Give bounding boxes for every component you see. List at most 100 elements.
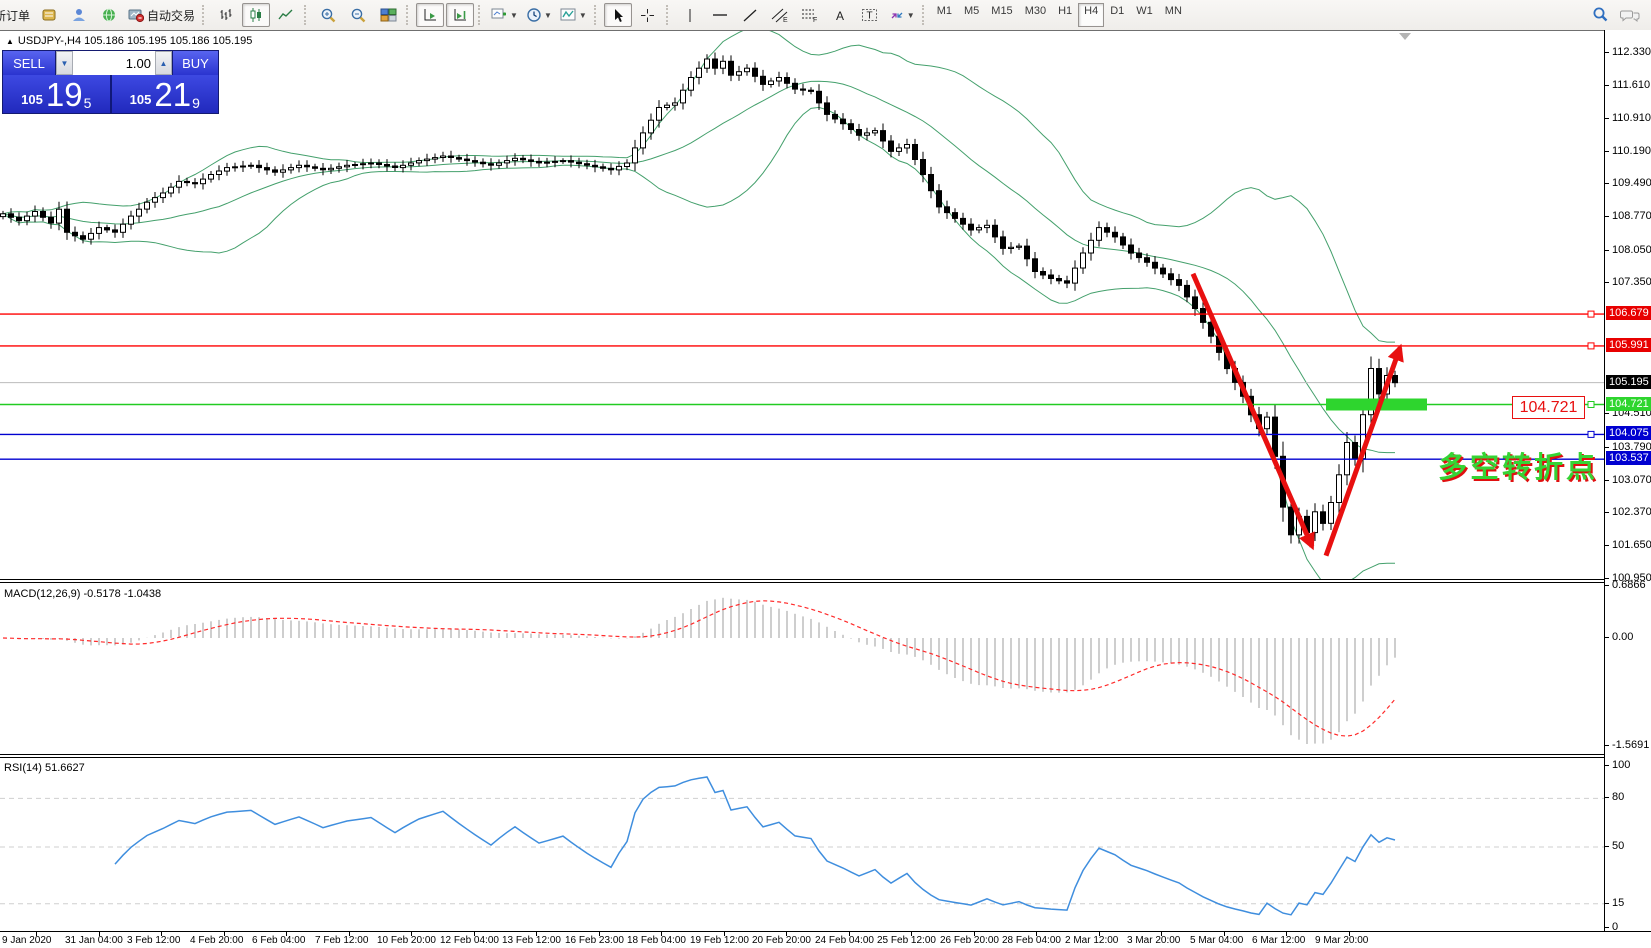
- time-tick-label: 7 Feb 12:00: [315, 935, 368, 946]
- arrows-tool-button[interactable]: ▼: [886, 3, 918, 27]
- text-label-icon: T: [861, 7, 878, 23]
- price-tick-mark: [1605, 216, 1609, 217]
- fibonacci-tool-button[interactable]: F: [796, 3, 824, 27]
- svg-text:E: E: [783, 17, 788, 23]
- fibonacci-icon: F: [801, 7, 819, 23]
- price-tick-mark: [1605, 578, 1609, 579]
- time-tick-label: 3 Feb 12:00: [127, 935, 180, 946]
- toolbar: 新订单 自动交易: [0, 0, 1651, 31]
- search-button[interactable]: [1586, 3, 1614, 27]
- time-tick-label: 12 Feb 04:00: [440, 935, 499, 946]
- auto-scroll-button[interactable]: [416, 3, 444, 27]
- price-tick-mark: [1605, 118, 1609, 119]
- volume-decrease-button[interactable]: ▼: [56, 51, 73, 75]
- dropdown-caret-icon: ▼: [544, 11, 552, 20]
- equidistant-channel-icon: E: [771, 7, 789, 23]
- toolbar-separator: [406, 5, 412, 25]
- timeframe-h4-button[interactable]: H4: [1078, 3, 1104, 27]
- time-tick-label: 4 Feb 20:00: [190, 935, 243, 946]
- time-tick-label: 18 Feb 04:00: [627, 935, 686, 946]
- rsi-tick-mark: [1605, 765, 1609, 766]
- vertical-line-tool-button[interactable]: [676, 3, 704, 27]
- periods-button[interactable]: ▼: [523, 3, 555, 27]
- trendline-tool-button[interactable]: [736, 3, 764, 27]
- time-tick-label: 20 Feb 20:00: [752, 935, 811, 946]
- timeframe-h1-button[interactable]: H1: [1052, 3, 1078, 27]
- line-chart-button[interactable]: [272, 3, 300, 27]
- price-tick-label: 110.190: [1612, 144, 1651, 158]
- rsi-canvas[interactable]: [0, 758, 1604, 933]
- macd-tick-mark: [1605, 637, 1609, 638]
- price-tick-label: 101.650: [1612, 538, 1651, 552]
- timeframe-mn-button[interactable]: MN: [1159, 3, 1188, 27]
- time-tick-label: 2 Mar 12:00: [1065, 935, 1118, 946]
- pane-separator[interactable]: [0, 579, 1651, 580]
- bid-price-figure: 105: [21, 90, 43, 110]
- price-tick-label: 102.370: [1612, 505, 1651, 519]
- timeframe-d1-button[interactable]: D1: [1104, 3, 1130, 27]
- zoom-in-icon: [320, 7, 337, 24]
- price-tick-mark: [1605, 545, 1609, 546]
- volume-input[interactable]: [73, 51, 155, 75]
- volume-increase-button[interactable]: ▲: [155, 51, 172, 75]
- timeframe-m30-button[interactable]: M30: [1019, 3, 1052, 27]
- price-tick-label: 103.070: [1612, 473, 1651, 487]
- price-level-badge: 105.991: [1606, 338, 1651, 352]
- market-watch-button[interactable]: [35, 3, 63, 27]
- zoom-out-button[interactable]: [344, 3, 372, 27]
- text-label-tool-button[interactable]: T: [856, 3, 884, 27]
- price-level-badge: 105.195: [1606, 375, 1651, 389]
- new-order-label: 新订单: [0, 7, 30, 24]
- price-axis[interactable]: 112.330111.610110.910110.190109.490108.7…: [1604, 30, 1651, 931]
- new-chart-button[interactable]: ▼: [488, 3, 521, 27]
- macd-tick-mark: [1605, 745, 1609, 746]
- indicators-button[interactable]: ▼: [557, 3, 590, 27]
- time-tick-label: 16 Feb 23:00: [565, 935, 624, 946]
- buy-price-button[interactable]: 105 21 9: [112, 75, 219, 113]
- buy-button[interactable]: BUY: [172, 51, 218, 75]
- sell-button[interactable]: SELL: [3, 51, 56, 75]
- time-tick-label: 19 Feb 12:00: [690, 935, 749, 946]
- chat-button[interactable]: [1616, 3, 1644, 27]
- horizontal-line-tool-button[interactable]: [706, 3, 734, 27]
- cursor-tool-button[interactable]: [604, 3, 632, 27]
- community-button[interactable]: [65, 3, 93, 27]
- svg-text:A: A: [836, 9, 844, 23]
- bar-chart-button[interactable]: [212, 3, 240, 27]
- toolbar-separator: [202, 5, 208, 25]
- chart-window: [0, 30, 1651, 948]
- chart-shift-marker-icon[interactable]: [1399, 33, 1411, 40]
- crosshair-tool-button[interactable]: [634, 3, 662, 27]
- timeframe-w1-button[interactable]: W1: [1130, 3, 1159, 27]
- candlestick-chart-button[interactable]: [242, 3, 270, 27]
- price-tick-label: 108.770: [1612, 209, 1651, 223]
- timeframe-m1-button[interactable]: M1: [931, 3, 958, 27]
- timeframe-m15-button[interactable]: M15: [985, 3, 1018, 27]
- sell-price-button[interactable]: 105 19 5: [3, 75, 110, 113]
- chart-shift-button[interactable]: [446, 3, 474, 27]
- bid-price-pips: 19: [46, 80, 83, 110]
- pane-separator[interactable]: [0, 582, 1651, 583]
- signals-button[interactable]: [95, 3, 123, 27]
- pane-separator[interactable]: [0, 754, 1651, 755]
- new-order-button[interactable]: 新订单: [0, 3, 33, 27]
- timeframe-m5-button[interactable]: M5: [958, 3, 985, 27]
- price-level-callout[interactable]: 104.721: [1512, 396, 1585, 419]
- equidistant-channel-tool-button[interactable]: E: [766, 3, 794, 27]
- text-tool-button[interactable]: A: [826, 3, 854, 27]
- main-chart-canvas[interactable]: [0, 31, 1604, 579]
- time-axis[interactable]: 9 Jan 202031 Jan 04:003 Feb 12:004 Feb 2…: [0, 931, 1651, 948]
- chart-title: ▲USDJPY-,H4 105.186 105.195 105.186 105.…: [6, 35, 252, 47]
- autotrading-button[interactable]: 自动交易: [125, 3, 198, 27]
- price-level-badge: 104.721: [1606, 397, 1651, 411]
- price-tick-mark: [1605, 512, 1609, 513]
- time-tick-label: 9 Mar 20:00: [1315, 935, 1368, 946]
- toolbar-separator: [666, 5, 672, 25]
- new-chart-icon: [491, 7, 508, 23]
- zoom-in-button[interactable]: [314, 3, 342, 27]
- macd-canvas[interactable]: [0, 584, 1604, 754]
- tile-windows-button[interactable]: [374, 3, 402, 27]
- time-tick-label: 28 Feb 04:00: [1002, 935, 1061, 946]
- price-tick-mark: [1605, 183, 1609, 184]
- time-tick-label: 3 Mar 20:00: [1127, 935, 1180, 946]
